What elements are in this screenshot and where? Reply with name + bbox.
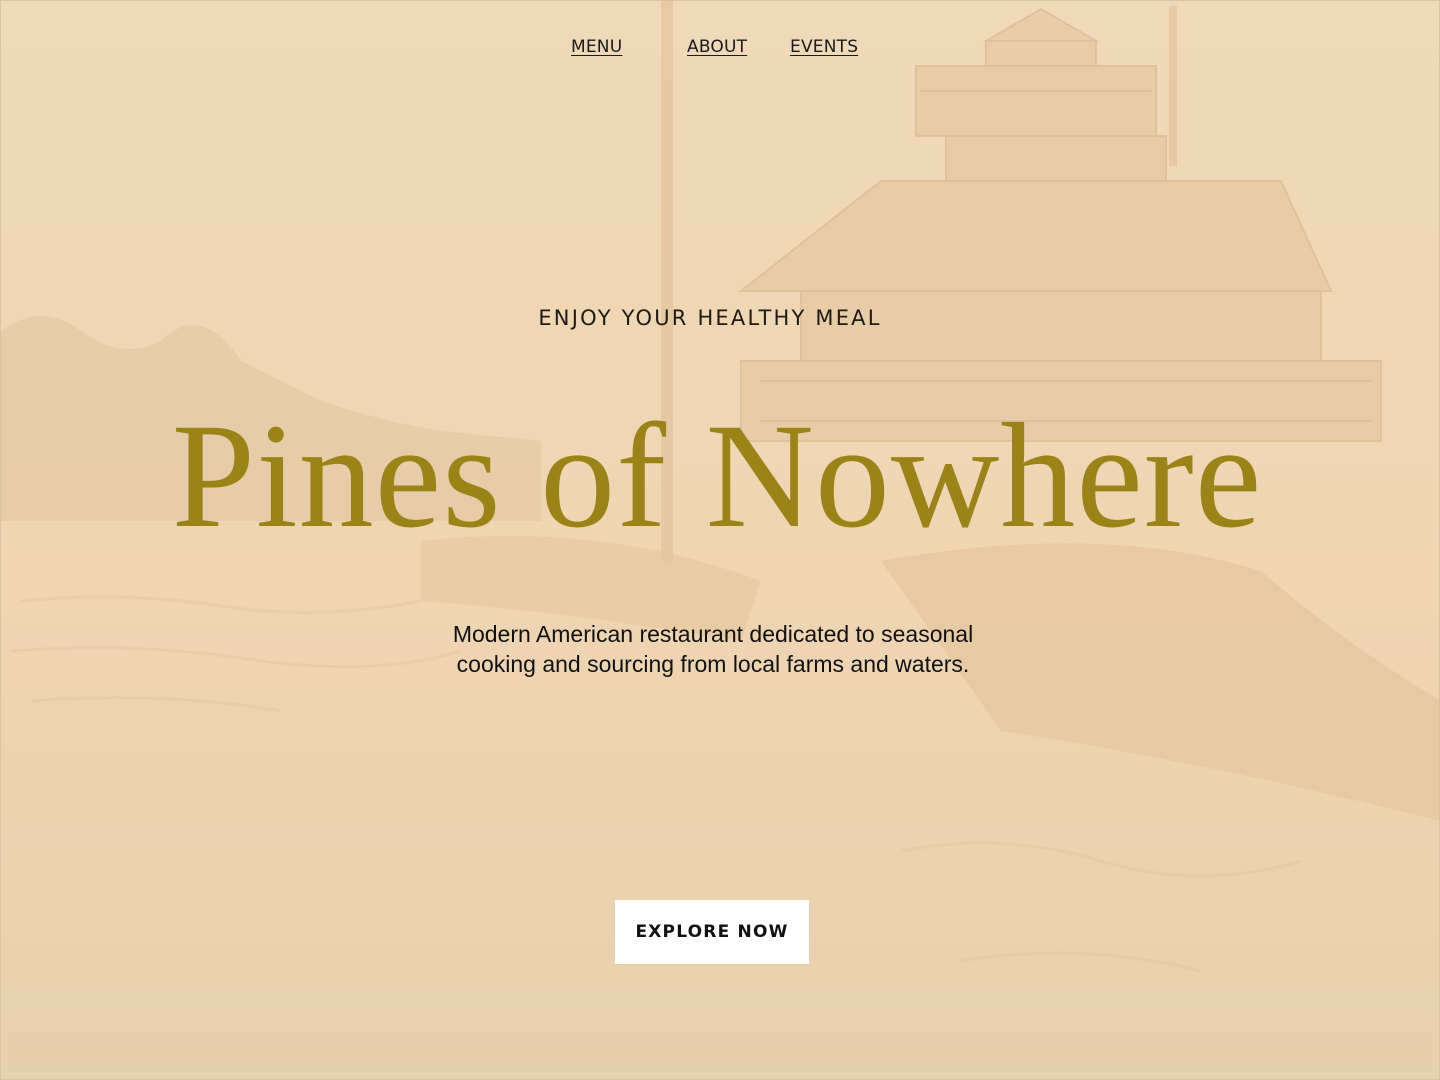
nav-link-menu[interactable]: MENU: [571, 37, 622, 57]
hero-description-line-2: cooking and sourcing from local farms an…: [456, 651, 970, 677]
nav-link-events[interactable]: EVENTS: [790, 37, 858, 57]
nav-link-about[interactable]: ABOUT: [687, 37, 747, 57]
hero-section: MENU ABOUT EVENTS ENJOY YOUR HEALTHY MEA…: [0, 0, 1440, 1080]
hero-description-line-1: Modern American restaurant dedicated to …: [452, 621, 974, 647]
top-navigation: MENU ABOUT EVENTS: [1, 37, 1439, 61]
explore-now-button[interactable]: EXPLORE NOW: [615, 900, 809, 964]
hero-description: Modern American restaurant dedicated to …: [1, 619, 1425, 679]
hero-tagline: ENJOY YOUR HEALTHY MEAL: [538, 306, 882, 330]
hero-title: Pines of Nowhere: [171, 393, 1263, 559]
